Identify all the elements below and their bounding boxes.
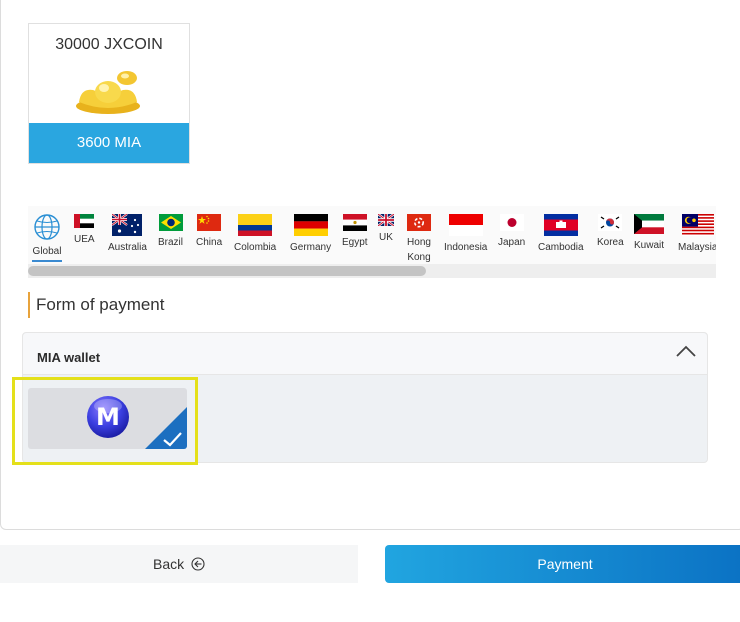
mia-logo-icon: M xyxy=(87,396,129,438)
country-label: Germany xyxy=(290,242,332,253)
colombia-flag-icon xyxy=(238,214,273,236)
country-hong-kong[interactable]: Hong Kong xyxy=(402,214,436,265)
country-malaysia[interactable]: Malaysia xyxy=(678,214,716,255)
product-title: 30000 JXCOIN xyxy=(55,36,163,53)
indonesia-flag-icon xyxy=(448,214,483,236)
checkmark-icon xyxy=(145,407,187,449)
country-label: China xyxy=(196,237,223,248)
scrollbar-thumb[interactable] xyxy=(28,266,426,276)
svg-text:M: M xyxy=(96,403,120,431)
japan-flag-icon xyxy=(499,214,524,231)
country-kuwait[interactable]: Kuwait xyxy=(634,214,664,253)
payment-button[interactable]: Payment xyxy=(385,545,740,583)
country-label: Egypt xyxy=(342,237,368,248)
australia-flag-icon xyxy=(112,214,143,236)
country-label: Global xyxy=(32,246,62,257)
country-label: Korea xyxy=(597,237,624,248)
germany-flag-icon xyxy=(293,214,328,236)
gold-ingot-icon xyxy=(76,71,140,114)
country-uk[interactable]: UK xyxy=(378,214,394,245)
country-label: UK xyxy=(379,232,393,243)
country-indonesia[interactable]: Indonesia xyxy=(444,214,487,255)
payment-button-label: Payment xyxy=(537,556,593,572)
country-uea[interactable]: UEA xyxy=(74,214,95,247)
malaysia-flag-icon xyxy=(681,214,714,236)
wallet-name: MIA wallet xyxy=(37,350,101,365)
country-korea[interactable]: Korea xyxy=(597,214,624,250)
country-brazil[interactable]: Brazil xyxy=(158,214,183,250)
country-label: Colombia xyxy=(234,242,277,253)
country-label: Hong Kong xyxy=(407,237,431,263)
country-label: Japan xyxy=(498,237,526,248)
country-egypt[interactable]: Egypt xyxy=(342,214,368,250)
country-label: Indonesia xyxy=(444,242,488,253)
egypt-flag-icon xyxy=(342,214,367,231)
chevron-up-icon[interactable] xyxy=(675,343,697,359)
country-cambodia[interactable]: Cambodia xyxy=(538,214,584,255)
country-japan[interactable]: Japan xyxy=(498,214,525,250)
back-arrow-icon xyxy=(191,557,205,571)
country-australia[interactable]: Australia xyxy=(108,214,147,255)
globe-icon xyxy=(34,214,60,240)
country-label: Kuwait xyxy=(634,240,665,251)
country-label: UEA xyxy=(74,234,95,245)
hong-kong-flag-icon xyxy=(407,214,431,231)
korea-flag-icon xyxy=(598,214,623,231)
product-card[interactable]: 30000 JXCOIN 3600 MIA xyxy=(28,23,190,164)
country-label: Australia xyxy=(108,242,147,253)
country-germany[interactable]: Germany xyxy=(290,214,331,255)
cambodia-flag-icon xyxy=(543,214,578,236)
country-label: Cambodia xyxy=(538,242,584,253)
back-button[interactable]: Back xyxy=(0,545,358,583)
brazil-flag-icon xyxy=(158,214,183,231)
country-colombia[interactable]: Colombia xyxy=(234,214,276,255)
country-selector[interactable]: Global UEA Australia Brazil China Colomb… xyxy=(28,206,716,278)
uae-flag-icon xyxy=(74,214,95,228)
back-button-label: Back xyxy=(152,556,185,572)
country-label: Malaysia xyxy=(678,242,716,253)
product-price: 3600 MIA xyxy=(29,123,189,163)
china-flag-icon xyxy=(197,214,222,231)
kuwait-flag-icon xyxy=(634,214,664,234)
country-label: Brazil xyxy=(158,237,184,248)
wallet-accordion-header[interactable]: MIA wallet xyxy=(23,333,707,375)
country-global[interactable]: Global xyxy=(32,214,62,262)
country-scrollbar[interactable] xyxy=(28,264,716,278)
country-china[interactable]: China xyxy=(196,214,222,250)
uk-flag-icon xyxy=(378,214,394,226)
payment-method-mia[interactable]: M xyxy=(28,388,187,449)
payment-section-title: Form of payment xyxy=(28,292,165,318)
